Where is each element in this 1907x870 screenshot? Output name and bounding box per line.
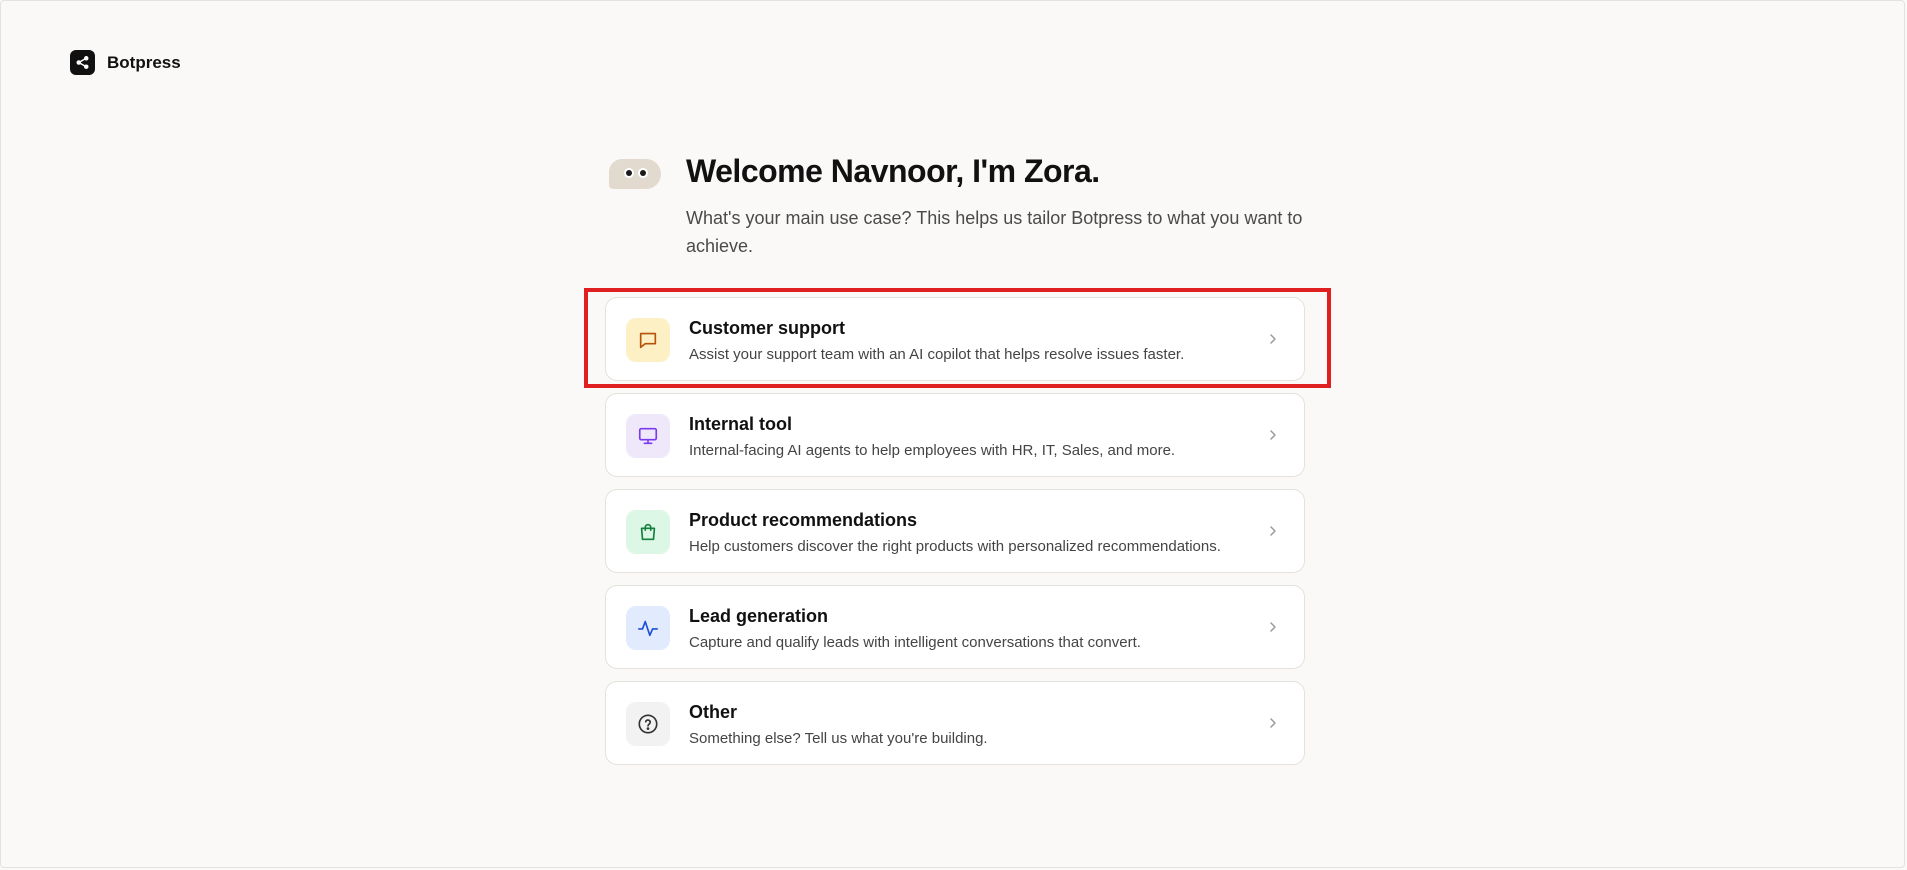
brand-name: Botpress <box>107 52 181 72</box>
zora-mascot-icon <box>609 159 661 189</box>
shopping-bag-icon <box>626 510 670 554</box>
page-subtitle: What's your main use case? This helps us… <box>686 208 1303 256</box>
mascot-eye-right <box>638 168 648 178</box>
mascot-eye-left <box>624 168 634 178</box>
option-description: Assist your support team with an AI copi… <box>689 346 1185 363</box>
chevron-right-icon <box>1266 620 1280 634</box>
option-title: Lead generation <box>689 606 829 626</box>
question-circle-icon <box>626 702 670 746</box>
use-case-options: Customer support Assist your support tea… <box>605 297 1305 777</box>
option-other[interactable]: Other Something else? Tell us what you'r… <box>605 681 1305 765</box>
option-internal-tool[interactable]: Internal tool Internal-facing AI agents … <box>605 393 1305 477</box>
brand[interactable]: Botpress <box>70 50 181 75</box>
option-description: Something else? Tell us what you're buil… <box>689 730 988 747</box>
chevron-right-icon <box>1266 332 1280 346</box>
option-customer-support[interactable]: Customer support Assist your support tea… <box>605 297 1305 381</box>
option-title: Customer support <box>689 318 846 338</box>
option-title: Product recommendations <box>689 510 918 530</box>
chat-bubble-icon <box>626 318 670 362</box>
monitor-icon <box>626 414 670 458</box>
option-lead-generation[interactable]: Lead generation Capture and qualify lead… <box>605 585 1305 669</box>
option-description: Capture and qualify leads with intellige… <box>689 634 1141 651</box>
option-description: Internal-facing AI agents to help employ… <box>689 442 1176 459</box>
chevron-right-icon <box>1266 716 1280 730</box>
chevron-right-icon <box>1266 524 1280 538</box>
activity-icon <box>626 606 670 650</box>
option-title: Other <box>689 702 738 722</box>
page-title: Welcome Navnoor, I'm Zora. <box>686 153 1100 189</box>
chevron-right-icon <box>1266 428 1280 442</box>
share-nodes-icon <box>70 50 95 75</box>
option-product-recommendations[interactable]: Product recommendations Help customers d… <box>605 489 1305 573</box>
option-description: Help customers discover the right produc… <box>689 538 1221 555</box>
option-title: Internal tool <box>689 414 792 434</box>
